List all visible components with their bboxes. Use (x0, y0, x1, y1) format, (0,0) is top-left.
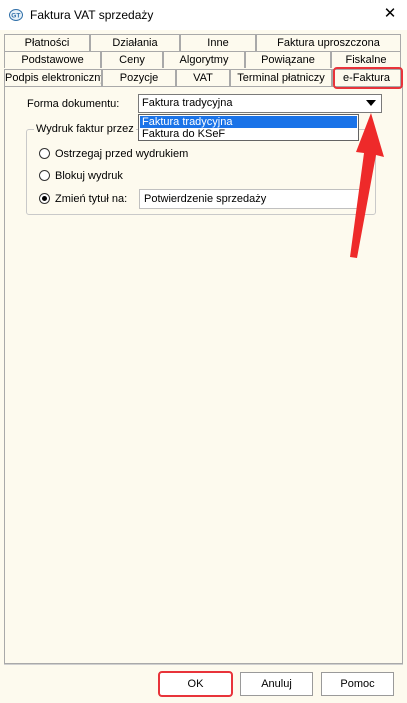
footer-divider (4, 664, 403, 665)
cancel-button[interactable]: Anuluj (240, 672, 313, 696)
document-form-label: Forma dokumentu: (27, 98, 120, 110)
window-title: Faktura VAT sprzedaży (30, 8, 154, 22)
tab-platnosci[interactable]: Płatności (4, 34, 90, 51)
radio-change-title[interactable] (39, 193, 50, 204)
radio-change-title-label[interactable]: Zmień tytuł na: (55, 193, 127, 205)
tab-podstawowe[interactable]: Podstawowe (4, 51, 101, 68)
tab-faktura-uproszczona[interactable]: Faktura uproszczona (256, 34, 401, 51)
tab-inne[interactable]: Inne (180, 34, 256, 51)
dropdown-option-faktura-do-ksef[interactable]: Faktura do KSeF (140, 128, 357, 140)
tab-ceny[interactable]: Ceny (101, 51, 163, 68)
dropdown-option-faktura-tradycyjna[interactable]: Faktura tradycyjna (140, 116, 357, 128)
radio-warn-before-print[interactable] (39, 148, 50, 159)
radio-block-print[interactable] (39, 170, 50, 181)
tab-powiazane[interactable]: Powiązane (245, 51, 331, 68)
title-input-value: Potwierdzenie sprzedaży (144, 193, 267, 205)
app-logo-icon: GT (9, 9, 23, 21)
svg-text:GT: GT (11, 13, 20, 20)
title-bar: GT Faktura VAT sprzedaży ✕ (0, 0, 407, 30)
annotation-arrow-icon (350, 113, 384, 258)
tab-terminal-platniczy[interactable]: Terminal płatniczy (230, 69, 332, 86)
tab-algorytmy[interactable]: Algorytmy (163, 51, 245, 68)
radio-block-print-label[interactable]: Blokuj wydruk (55, 170, 123, 182)
radio-warn-before-print-label[interactable]: Ostrzegaj przed wydrukiem (55, 148, 188, 160)
panel-divider (4, 86, 403, 87)
tab-podpis-elektroniczny[interactable]: Podpis elektroniczny (4, 69, 102, 86)
help-button[interactable]: Pomoc (321, 672, 394, 696)
ok-button[interactable]: OK (159, 672, 232, 696)
title-input[interactable]: Potwierdzenie sprzedaży (139, 189, 363, 209)
tab-dzialania[interactable]: Działania (90, 34, 180, 51)
document-form-value: Faktura tradycyjna (142, 97, 233, 109)
close-icon[interactable]: ✕ (381, 5, 399, 23)
tab-fiskalne[interactable]: Fiskalne (331, 51, 401, 68)
tab-e-faktura[interactable]: e-Faktura (332, 69, 401, 87)
tab-pozycje[interactable]: Pozycje (102, 69, 176, 86)
tab-vat[interactable]: VAT (176, 69, 230, 86)
print-options-legend: Wydruk faktur przez (34, 123, 136, 135)
document-form-dropdown: Faktura tradycyjna Faktura do KSeF (138, 114, 359, 141)
